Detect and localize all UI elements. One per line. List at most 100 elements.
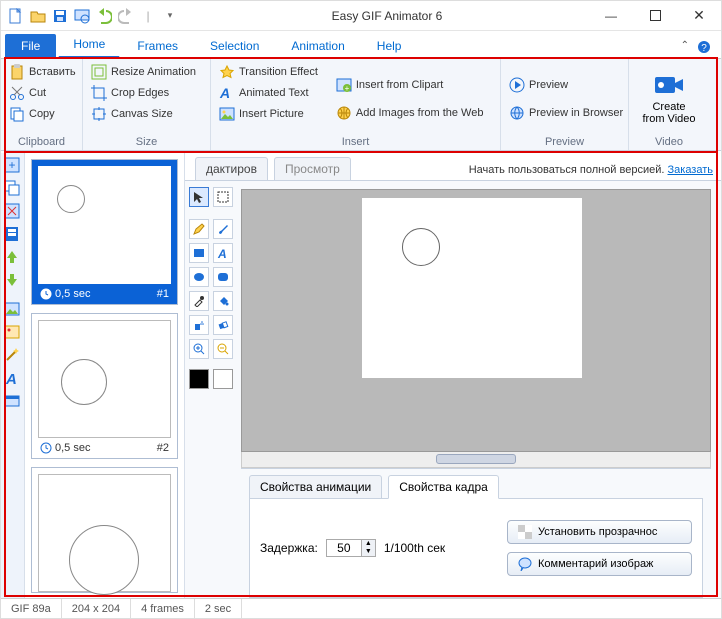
crop-button[interactable]: Crop Edges xyxy=(89,84,198,102)
preview-browser-button[interactable]: Preview in Browser xyxy=(507,104,625,122)
horizontal-scrollbar[interactable] xyxy=(241,452,711,468)
resize-button[interactable]: Resize Animation xyxy=(89,63,198,81)
add-frame-icon[interactable]: + xyxy=(4,157,22,175)
maximize-button[interactable] xyxy=(633,1,677,31)
quick-access-toolbar: | ▾ xyxy=(1,7,185,25)
eyedropper-tool[interactable] xyxy=(189,291,209,311)
comment-button[interactable]: Комментарий изображ xyxy=(507,552,692,576)
add-images-web-button[interactable]: Add Images from the Web xyxy=(334,104,486,122)
zoom-in-tool[interactable] xyxy=(189,339,209,359)
browser-icon xyxy=(509,105,525,121)
resize-label: Resize Animation xyxy=(111,66,196,78)
titlebar: | ▾ Easy GIF Animator 6 — ✕ xyxy=(1,1,721,31)
set-transparent-button[interactable]: Установить прозрачнос xyxy=(507,520,692,544)
spray-tool[interactable] xyxy=(189,315,209,335)
canvas-label: Canvas Size xyxy=(111,108,173,120)
insert-group-label: Insert xyxy=(217,134,494,148)
pointer-tool[interactable] xyxy=(189,187,209,207)
canvas-viewport[interactable] xyxy=(241,189,711,452)
frame-delay: 0,5 sec xyxy=(40,442,90,454)
picture-icon xyxy=(219,106,235,122)
minimize-button[interactable]: — xyxy=(589,1,633,31)
tab-frames[interactable]: Frames xyxy=(122,33,193,58)
frame-item[interactable] xyxy=(31,467,178,593)
cut-button[interactable]: Cut xyxy=(7,84,78,102)
qat-undo-icon[interactable] xyxy=(95,7,113,25)
paste-button[interactable]: Вставить xyxy=(7,63,78,81)
film-icon[interactable] xyxy=(4,226,22,244)
delay-input[interactable] xyxy=(327,540,361,556)
frame-thumb xyxy=(38,320,171,438)
frames-panel[interactable]: 0,5 sec #1 0,5 sec #2 xyxy=(25,153,185,598)
qat-save-icon[interactable] xyxy=(51,7,69,25)
tab-anim-props[interactable]: Свойства анимации xyxy=(249,475,382,499)
order-link[interactable]: Заказать xyxy=(668,164,714,176)
rounded-rect-tool[interactable] xyxy=(213,267,233,287)
zoom-out-tool[interactable] xyxy=(213,339,233,359)
insert-image-icon[interactable] xyxy=(4,301,22,319)
size-group-label: Size xyxy=(89,134,204,148)
wand-icon[interactable] xyxy=(4,347,22,365)
tab-home[interactable]: Home xyxy=(58,31,120,58)
svg-text:A: A xyxy=(217,247,227,259)
picture-edit-icon[interactable] xyxy=(4,324,22,342)
transition-effect-button[interactable]: Transition Effect xyxy=(217,63,320,81)
fill-tool[interactable] xyxy=(213,291,233,311)
collapse-ribbon-icon[interactable]: ⌃ xyxy=(681,40,689,54)
spin-down-icon[interactable]: ▼ xyxy=(362,548,375,556)
crop-icon xyxy=(91,85,107,101)
window-controls: — ✕ xyxy=(589,1,721,31)
pencil-tool[interactable] xyxy=(189,219,209,239)
qat-redo-icon[interactable] xyxy=(117,7,135,25)
text-tool-icon[interactable]: A xyxy=(4,370,22,388)
trial-message: Начать пользоваться полной версией. Зака… xyxy=(461,160,721,180)
preview-group-label: Preview xyxy=(507,134,622,148)
frame-props-icon[interactable] xyxy=(4,393,22,411)
status-format: GIF 89a xyxy=(1,599,62,618)
delay-spinner[interactable]: ▲▼ xyxy=(326,539,376,557)
file-tab[interactable]: File xyxy=(5,34,56,58)
canvas-size-button[interactable]: Canvas Size xyxy=(89,105,198,123)
foreground-color[interactable] xyxy=(189,369,209,389)
qat-open-icon[interactable] xyxy=(29,7,47,25)
transparency-icon xyxy=(518,525,532,539)
brush-tool[interactable] xyxy=(213,219,233,239)
move-up-icon[interactable] xyxy=(4,249,22,267)
spin-up-icon[interactable]: ▲ xyxy=(362,540,375,548)
create-video-button[interactable]: Createfrom Video xyxy=(635,63,703,134)
ellipse-tool[interactable] xyxy=(189,267,209,287)
copy-label: Copy xyxy=(29,108,55,120)
qat-more-icon[interactable]: ▾ xyxy=(161,7,179,25)
insert-from-clipart-button[interactable]: +Insert from Clipart xyxy=(334,76,486,94)
duplicate-frame-icon[interactable] xyxy=(4,180,22,198)
preview-button[interactable]: Preview xyxy=(507,76,625,94)
qat-new-icon[interactable] xyxy=(7,7,25,25)
clipart-icon: + xyxy=(336,77,352,93)
insert-picture-button[interactable]: Insert Picture xyxy=(217,105,320,123)
frame-item[interactable]: 0,5 sec #1 xyxy=(31,159,178,305)
frame-item[interactable]: 0,5 sec #2 xyxy=(31,313,178,459)
tab-selection[interactable]: Selection xyxy=(195,33,274,58)
tab-help[interactable]: Help xyxy=(362,33,417,58)
move-down-icon[interactable] xyxy=(4,272,22,290)
text-tool[interactable]: A xyxy=(213,243,233,263)
frame-thumb xyxy=(38,474,171,592)
marquee-tool[interactable] xyxy=(213,187,233,207)
editor-tab-preview[interactable]: Просмотр xyxy=(274,157,351,180)
editor-tab-edit[interactable]: дактиров xyxy=(195,157,268,180)
canvas[interactable] xyxy=(362,198,582,378)
clipboard-group-label: Clipboard xyxy=(7,134,76,148)
delete-frame-icon[interactable] xyxy=(4,203,22,221)
scroll-thumb[interactable] xyxy=(436,454,516,464)
animated-text-button[interactable]: AAnimated Text xyxy=(217,84,320,102)
background-color[interactable] xyxy=(213,369,233,389)
eraser-tool[interactable] xyxy=(213,315,233,335)
close-button[interactable]: ✕ xyxy=(677,1,721,31)
rect-tool[interactable] xyxy=(189,243,209,263)
status-dims: 204 x 204 xyxy=(62,599,131,618)
copy-button[interactable]: Copy xyxy=(7,105,78,123)
help-icon[interactable]: ? xyxy=(697,40,711,54)
tab-frame-props[interactable]: Свойства кадра xyxy=(388,475,499,499)
tab-animation[interactable]: Animation xyxy=(276,33,359,58)
qat-preview-icon[interactable] xyxy=(73,7,91,25)
